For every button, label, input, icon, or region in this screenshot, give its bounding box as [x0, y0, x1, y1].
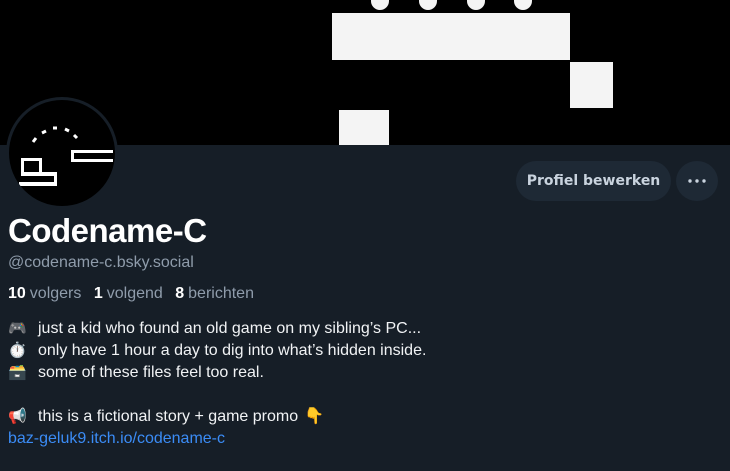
avatar-pixel-art-icon: [19, 126, 113, 186]
edit-profile-button[interactable]: Profiel bewerken: [516, 161, 671, 201]
banner-pixel: [514, 0, 532, 10]
profile-bio: 🎮 just a kid who found an old game on my…: [8, 318, 708, 450]
following-label: volgend: [106, 285, 163, 302]
posts-label: berichten: [188, 285, 254, 302]
profile-stats: 10 volgers 1 volgend 8 berichten: [8, 285, 262, 303]
banner-pixel: [467, 0, 485, 10]
banner-block: [570, 62, 613, 108]
followers-count: 10: [8, 285, 26, 302]
game-controller-icon: 🎮: [8, 320, 27, 337]
banner-block: [339, 110, 389, 145]
banner-pixel: [419, 0, 437, 10]
bio-link-line: baz-geluk9.itch.io/codename-c: [8, 428, 708, 450]
more-options-button[interactable]: [676, 161, 718, 201]
followers-label: volgers: [29, 285, 82, 302]
bio-line: 📢 this is a fictional story + game promo…: [8, 406, 708, 428]
stopwatch-icon: ⏱️: [8, 342, 27, 359]
avatar[interactable]: [6, 97, 118, 209]
megaphone-icon: 📢: [8, 408, 27, 425]
edit-profile-label: Profiel bewerken: [526, 173, 661, 189]
card-file-box-icon: 🗃️: [8, 364, 27, 381]
bio-link[interactable]: baz-geluk9.itch.io/codename-c: [8, 428, 225, 450]
bio-spacer: [8, 384, 708, 406]
bio-line-text: some of these files feel too real.: [38, 364, 264, 381]
bio-line-text: only have 1 hour a day to dig into what’…: [38, 342, 427, 359]
following-link[interactable]: 1 volgend: [94, 285, 163, 302]
following-count: 1: [93, 285, 103, 302]
bio-line-text: just a kid who found an old game on my s…: [38, 320, 422, 337]
followers-link[interactable]: 10 volgers: [8, 285, 81, 302]
profile-handle: @codename-c.bsky.social: [8, 254, 194, 271]
ellipsis-icon: [688, 179, 706, 183]
banner-pixel: [371, 0, 389, 10]
avatar-image: [9, 100, 115, 206]
posts-count: 8: [175, 285, 185, 302]
banner-platform: [332, 13, 570, 60]
bio-line: 🗃️ some of these files feel too real.: [8, 362, 708, 384]
bio-line: 🎮 just a kid who found an old game on my…: [8, 318, 708, 340]
bio-line: ⏱️ only have 1 hour a day to dig into wh…: [8, 340, 708, 362]
bio-line-text: this is a fictional story + game promo: [38, 408, 299, 425]
posts-stat: 8 berichten: [175, 285, 254, 302]
display-name: Codename-C: [8, 212, 207, 249]
pointing-down-icon: 👇: [304, 408, 325, 425]
